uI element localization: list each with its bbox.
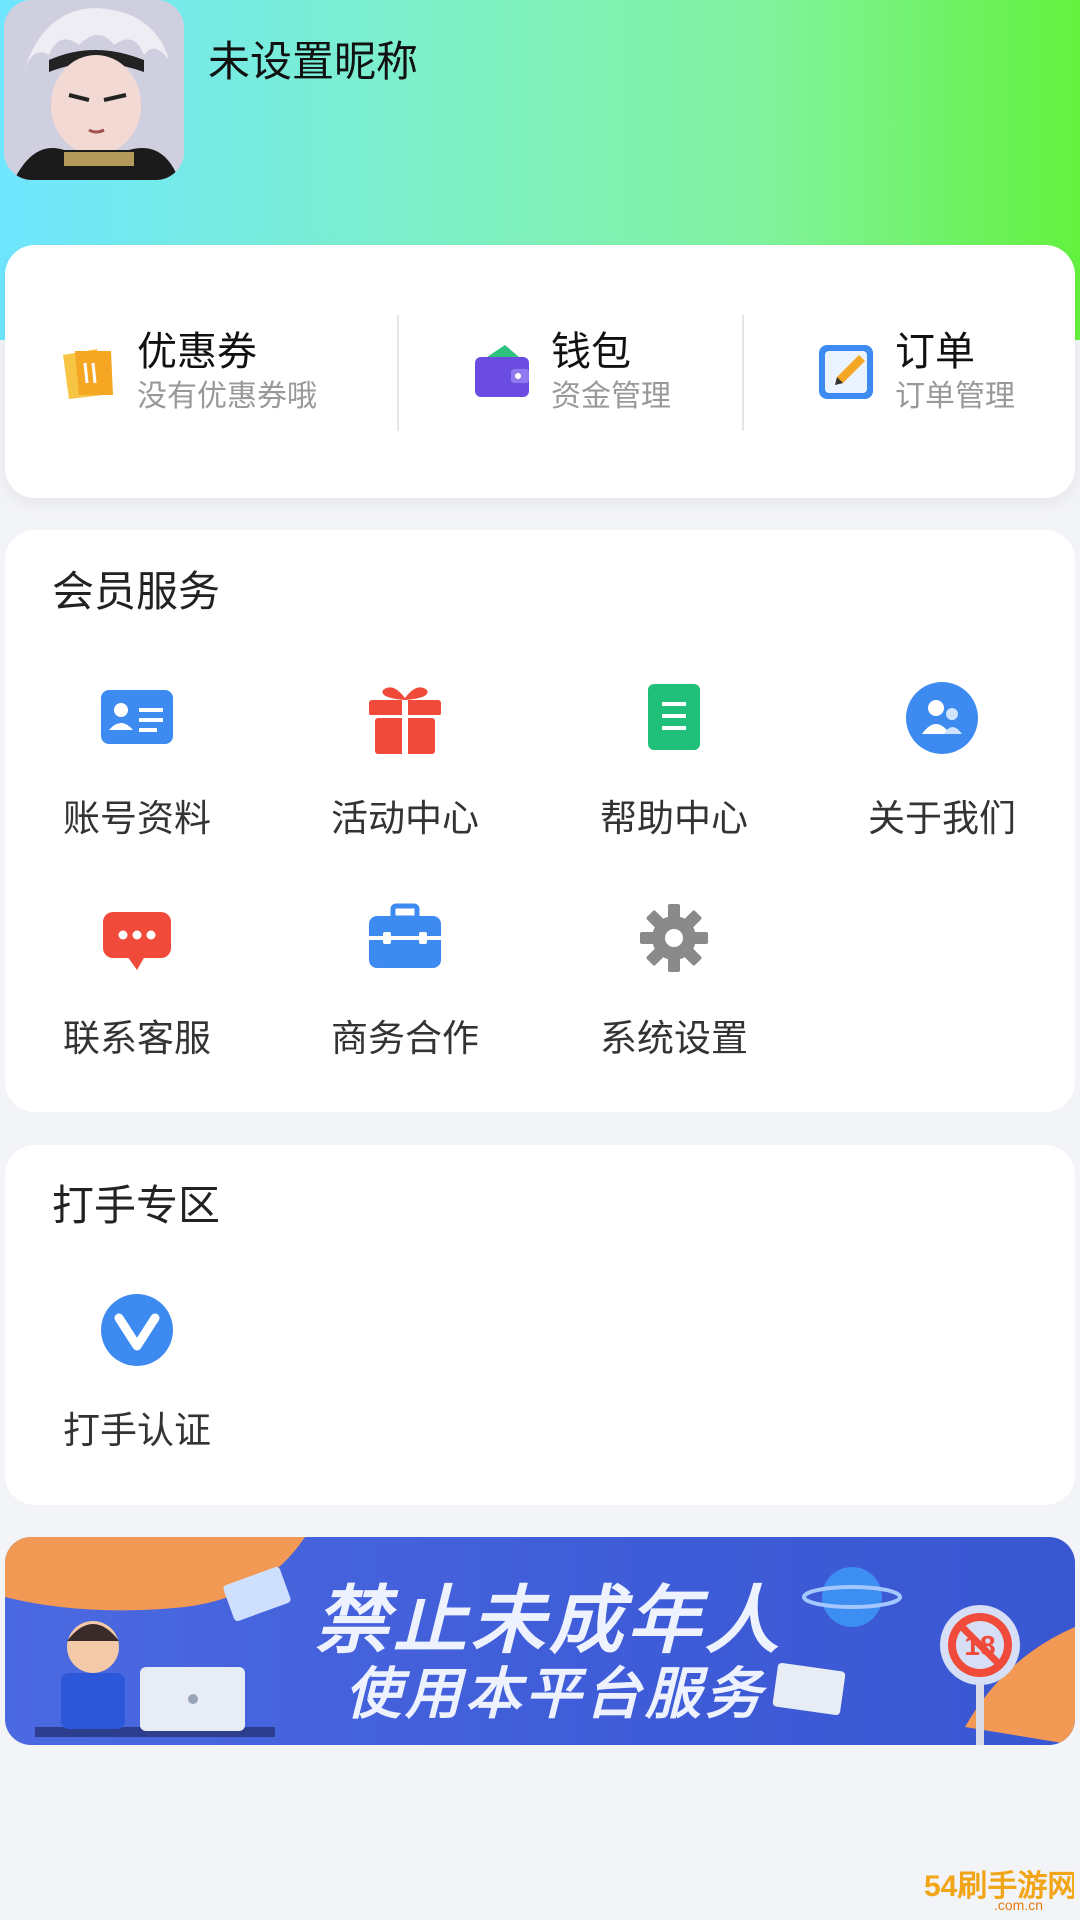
grid-item-customer-service[interactable]: 联系客服 [32,898,242,1062]
minor-warning-banner[interactable]: 18 禁止未成年人 使用本平台服务 [5,1537,1075,1745]
grid-item-label: 商务合作 [331,1017,479,1060]
age-badge-text: 18 [964,1630,995,1661]
order-subtitle: 订单管理 [895,378,1015,414]
quick-access-card: 优惠券 没有优惠券哦 钱包 资金管理 订单 订单管理 [5,245,1075,498]
order-title: 订单 [895,328,975,375]
coupon-title: 优惠券 [137,328,257,375]
gift-icon [369,687,441,754]
member-services-title: 会员服务 [52,567,221,616]
site-watermark-logo: 54刷手游网 .com.cn [924,1870,1074,1912]
grid-item-settings[interactable]: 系统设置 [569,898,779,1062]
banner-line2: 使用本平台服务 [345,1662,765,1727]
gear-icon [640,904,708,972]
grid-item-label: 打手认证 [63,1409,211,1452]
grid-item-label: 账号资料 [63,797,211,840]
avatar[interactable] [4,0,184,180]
grid-item-about[interactable]: 关于我们 [837,678,1047,842]
wallet-icon [475,344,529,397]
svg-text:.com.cn: .com.cn [994,1897,1043,1912]
nickname[interactable]: 未设置昵称 [208,28,418,89]
briefcase-icon [369,903,441,968]
grid-item-help[interactable]: 帮助中心 [569,678,779,842]
divider [742,315,744,431]
wallet-entry[interactable]: 钱包 资金管理 [471,245,671,498]
order-icon [819,344,873,399]
verified-v-icon [101,1294,173,1366]
grid-item-label: 联系客服 [63,1017,211,1060]
avatar-image [4,0,184,180]
grid-item-account[interactable]: 账号资料 [32,678,242,842]
wallet-title: 钱包 [551,328,631,375]
divider [397,315,399,431]
grid-item-label: 活动中心 [331,797,479,840]
grid-item-label: 系统设置 [600,1017,748,1060]
id-card-icon [101,690,173,744]
document-icon [648,684,700,750]
coupon-subtitle: 没有优惠券哦 [137,378,317,414]
chat-icon [103,912,171,970]
grid-item-business[interactable]: 商务合作 [300,898,510,1062]
coupon-icon [63,348,113,399]
grid-item-player-verify[interactable]: 打手认证 [32,1290,242,1454]
order-entry[interactable]: 订单 订单管理 [815,245,1015,498]
player-zone-title: 打手专区 [52,1181,221,1230]
grid-item-label: 帮助中心 [600,797,748,840]
grid-item-label: 关于我们 [868,797,1016,840]
wallet-subtitle: 资金管理 [551,378,671,414]
grid-item-activity[interactable]: 活动中心 [300,678,510,842]
people-icon [906,682,978,754]
coupon-entry[interactable]: 优惠券 没有优惠券哦 [57,245,317,498]
